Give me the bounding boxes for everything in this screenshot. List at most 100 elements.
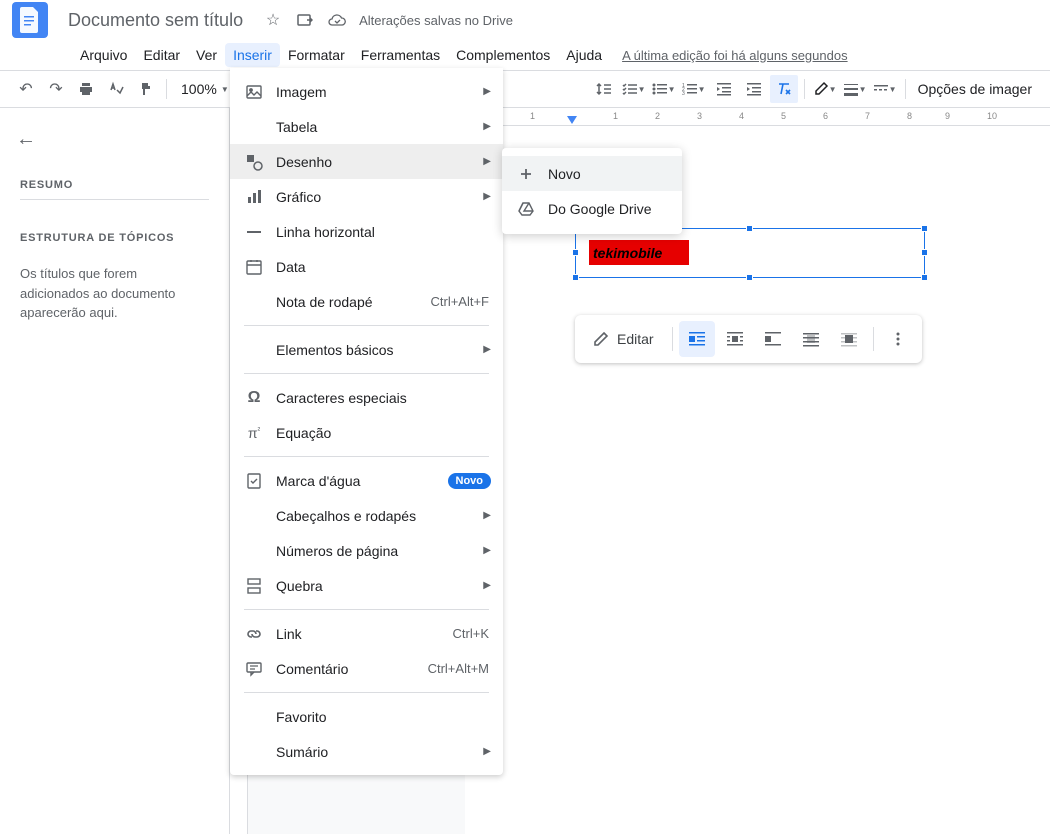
clear-formatting-button[interactable] xyxy=(770,75,798,103)
menu-item-label: Caracteres especiais xyxy=(276,390,407,406)
resize-handle[interactable] xyxy=(921,274,928,281)
wrap-break-button[interactable] xyxy=(755,321,791,357)
menu-item-imagem[interactable]: Imagem▶ xyxy=(230,74,503,109)
print-button[interactable] xyxy=(72,75,100,103)
shortcut-label: Ctrl+K xyxy=(453,626,489,641)
menu-item-caracteres-especiais[interactable]: Ω Caracteres especiais xyxy=(230,380,503,415)
undo-button[interactable]: ↶ xyxy=(12,75,40,103)
menu-editar[interactable]: Editar xyxy=(135,43,188,67)
resume-heading: RESUMO xyxy=(20,171,209,200)
omega-icon: Ω xyxy=(244,388,264,408)
drive-icon xyxy=(516,199,536,219)
menu-item-números-de-página[interactable]: Números de página▶ xyxy=(230,533,503,568)
decrease-indent-button[interactable] xyxy=(710,75,738,103)
wrap-behind-button[interactable] xyxy=(793,321,829,357)
submenu-item-do-google-drive[interactable]: Do Google Drive xyxy=(502,191,682,226)
border-weight-button[interactable]: ▼ xyxy=(841,75,869,103)
drawing-text: tekimobile xyxy=(589,240,689,265)
blank-icon xyxy=(244,742,264,762)
selected-drawing-object[interactable]: tekimobile xyxy=(575,228,925,278)
submenu-arrow-icon: ▶ xyxy=(483,580,491,591)
menu-item-favorito[interactable]: Favorito xyxy=(230,699,503,734)
outline-placeholder: Os títulos que forem adicionados ao docu… xyxy=(20,252,209,335)
resize-handle[interactable] xyxy=(921,249,928,256)
document-title[interactable]: Documento sem título xyxy=(68,10,243,31)
menu-item-comentário[interactable]: ComentárioCtrl+Alt+M xyxy=(230,651,503,686)
edit-button[interactable]: Editar xyxy=(581,325,666,353)
menu-ajuda[interactable]: Ajuda xyxy=(558,43,610,67)
menu-item-elementos-básicos[interactable]: Elementos básicos▶ xyxy=(230,332,503,367)
checklist-button[interactable]: ▼ xyxy=(620,75,648,103)
menu-ferramentas[interactable]: Ferramentas xyxy=(353,43,448,67)
image-options-button[interactable]: Opções de imager xyxy=(912,81,1038,97)
wrap-text-button[interactable] xyxy=(717,321,753,357)
wrap-inline-button[interactable] xyxy=(679,321,715,357)
outline-sidebar: ← RESUMO ESTRUTURA DE TÓPICOS Os títulos… xyxy=(0,108,230,834)
star-icon[interactable]: ☆ xyxy=(263,10,283,30)
menu-item-label: Favorito xyxy=(276,709,327,725)
menu-item-data[interactable]: Data xyxy=(230,249,503,284)
increase-indent-button[interactable] xyxy=(740,75,768,103)
menu-item-quebra[interactable]: Quebra ▶ xyxy=(230,568,503,603)
resize-handle[interactable] xyxy=(921,225,928,232)
equation-icon: π² xyxy=(244,423,264,443)
menu-item-label: Comentário xyxy=(276,661,348,677)
submenu-arrow-icon: ▶ xyxy=(483,545,491,556)
toolbar: ↶ ↷ 100% ▼ ▼ ▼ 123 ▼ ▼ ▼ ▼ Opções de ima… xyxy=(0,70,1050,108)
resize-handle[interactable] xyxy=(746,274,753,281)
paint-format-button[interactable] xyxy=(132,75,160,103)
menu-item-label: Quebra xyxy=(276,578,323,594)
table-icon xyxy=(244,117,264,137)
back-arrow-icon[interactable]: ← xyxy=(0,120,229,159)
menu-item-sumário[interactable]: Sumário▶ xyxy=(230,734,503,769)
zoom-selector[interactable]: 100% ▼ xyxy=(173,81,237,97)
border-dash-button[interactable]: ▼ xyxy=(871,75,899,103)
menu-item-label: Cabeçalhos e rodapés xyxy=(276,508,416,524)
menubar: Arquivo Editar Ver Inserir Formatar Ferr… xyxy=(0,40,1050,70)
menu-item-cabeçalhos-e-rodapés[interactable]: Cabeçalhos e rodapés▶ xyxy=(230,498,503,533)
menu-item-link[interactable]: LinkCtrl+K xyxy=(230,616,503,651)
wrap-front-button[interactable] xyxy=(831,321,867,357)
docs-logo-icon[interactable] xyxy=(12,2,48,38)
submenu-arrow-icon: ▶ xyxy=(483,344,491,355)
menu-formatar[interactable]: Formatar xyxy=(280,43,353,67)
drawing-icon xyxy=(244,152,264,172)
menu-arquivo[interactable]: Arquivo xyxy=(72,43,135,67)
link-icon xyxy=(244,624,264,644)
move-icon[interactable] xyxy=(295,10,315,30)
spellcheck-button[interactable] xyxy=(102,75,130,103)
indent-marker-icon[interactable] xyxy=(567,116,577,126)
resize-handle[interactable] xyxy=(746,225,753,232)
menu-item-label: Tabela xyxy=(276,119,317,135)
bulleted-list-button[interactable]: ▼ xyxy=(650,75,678,103)
last-edit-link[interactable]: A última edição foi há alguns segundos xyxy=(622,48,848,63)
menu-item-nota-de-rodapé[interactable]: Nota de rodapéCtrl+Alt+F xyxy=(230,284,503,319)
break-icon xyxy=(244,576,264,596)
resize-handle[interactable] xyxy=(572,249,579,256)
menu-item-label: Linha horizontal xyxy=(276,224,375,240)
line-spacing-button[interactable] xyxy=(590,75,618,103)
redo-button[interactable]: ↷ xyxy=(42,75,70,103)
plus-icon xyxy=(516,164,536,184)
menu-complementos[interactable]: Complementos xyxy=(448,43,558,67)
resize-handle[interactable] xyxy=(572,274,579,281)
menu-item-label: Marca d'água xyxy=(276,473,360,489)
menu-item-label: Gráfico xyxy=(276,189,321,205)
date-icon xyxy=(244,257,264,277)
cloud-icon[interactable] xyxy=(327,10,347,30)
more-options-button[interactable] xyxy=(880,321,916,357)
numbered-list-button[interactable]: 123 ▼ xyxy=(680,75,708,103)
submenu-item-novo[interactable]: Novo xyxy=(502,156,682,191)
menu-item-marca-d'água[interactable]: Marca d'águaNovo xyxy=(230,463,503,498)
menu-inserir[interactable]: Inserir xyxy=(225,43,280,67)
menu-item-label: Data xyxy=(276,259,306,275)
menu-item-equação[interactable]: π²Equação xyxy=(230,415,503,450)
border-color-button[interactable]: ▼ xyxy=(811,75,839,103)
menu-item-tabela[interactable]: Tabela▶ xyxy=(230,109,503,144)
menu-item-linha-horizontal[interactable]: Linha horizontal xyxy=(230,214,503,249)
menu-item-gráfico[interactable]: Gráfico▶ xyxy=(230,179,503,214)
insert-dropdown-menu: Imagem▶Tabela▶Desenho▶Gráfico▶Linha hori… xyxy=(230,68,503,775)
horizontal-ruler[interactable]: 1 1 2 3 4 5 6 7 8 9 10 xyxy=(465,108,1050,126)
menu-ver[interactable]: Ver xyxy=(188,43,225,67)
menu-item-desenho[interactable]: Desenho▶ xyxy=(230,144,503,179)
